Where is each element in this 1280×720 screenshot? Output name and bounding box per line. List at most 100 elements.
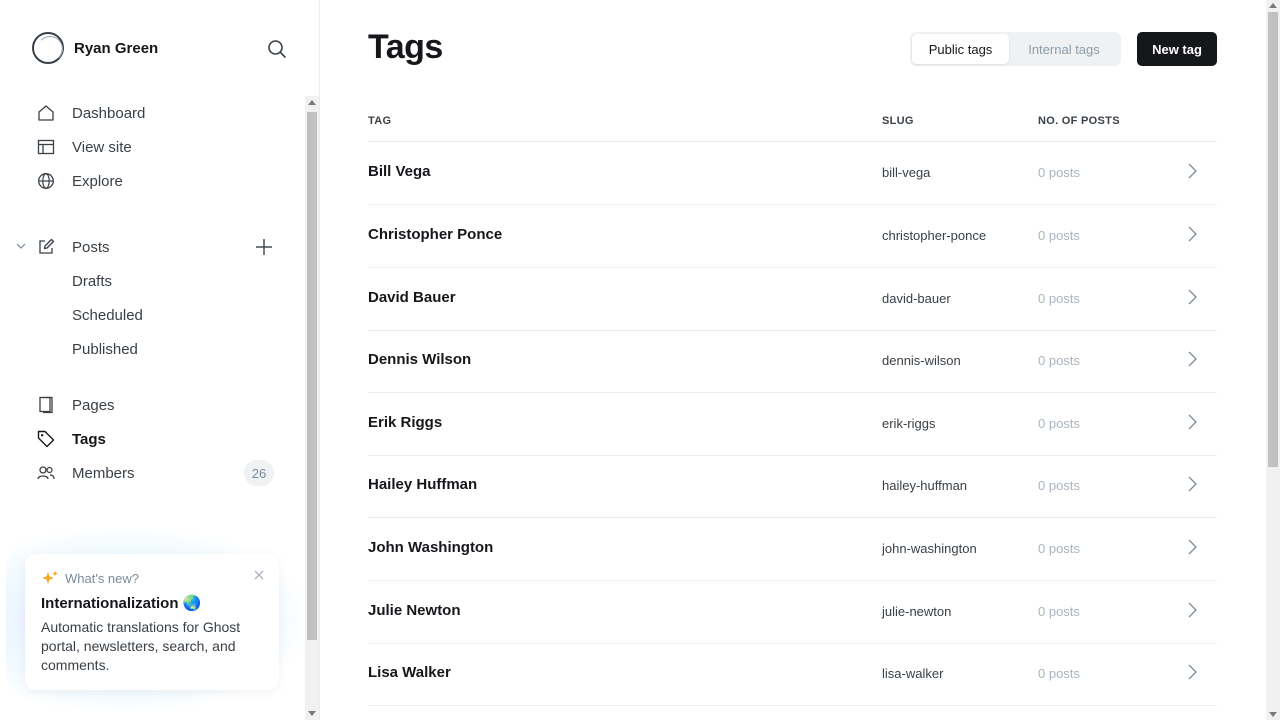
- page-title: Tags: [368, 28, 443, 66]
- whats-new-body: Automatic translations for Ghost portal,…: [41, 619, 241, 673]
- sidebar-item-members[interactable]: Members: [36, 458, 135, 488]
- chevron-right-icon: [1188, 351, 1197, 367]
- new-post-button[interactable]: [254, 237, 274, 257]
- sidebar-item-label: Posts: [72, 238, 110, 256]
- tag-name: Hailey Huffman: [368, 476, 478, 493]
- close-button[interactable]: [253, 568, 265, 580]
- table-header: TAG SLUG NO. OF POSTS: [368, 110, 1217, 142]
- table-row[interactable]: Christopher Ponce christopher-ponce 0 po…: [368, 205, 1217, 268]
- tag-slug: julie-newton: [882, 604, 952, 619]
- sidebar-item-label: Published: [72, 340, 138, 358]
- tag-slug: dennis-wilson: [882, 353, 961, 368]
- tag-name: Lisa Walker: [368, 664, 451, 681]
- sidebar-item-published[interactable]: Published: [72, 334, 138, 364]
- edit-icon: [36, 237, 56, 257]
- chevron-right-icon: [1188, 602, 1197, 618]
- sidebar-item-label: Tags: [72, 430, 106, 448]
- chevron-right-icon: [1188, 163, 1197, 179]
- chevron-right-icon: [1188, 539, 1197, 555]
- tag-slug: hailey-huffman: [882, 478, 968, 493]
- internal-tags-tab[interactable]: Internal tags: [1009, 34, 1119, 64]
- table-row[interactable]: Bill Vega bill-vega 0 posts: [368, 142, 1217, 205]
- scroll-up-arrow[interactable]: [308, 100, 316, 105]
- table-row[interactable]: Erik Riggs erik-riggs 0 posts: [368, 393, 1217, 456]
- tag-slug: john-washington: [882, 541, 977, 556]
- sidebar-item-view-site[interactable]: View site: [36, 132, 132, 162]
- tag-name: John Washington: [368, 539, 494, 556]
- layout-icon: [36, 137, 56, 157]
- main-content: Tags Public tags Internal tags New tag T…: [320, 0, 1266, 720]
- tag-name: Christopher Ponce: [368, 226, 503, 243]
- chevron-right-icon: [1188, 476, 1197, 492]
- tag-name: Julie Newton: [368, 602, 461, 619]
- sidebar-item-explore[interactable]: Explore: [36, 166, 123, 196]
- user-name: Ryan Green: [74, 39, 159, 57]
- tag-post-count: 0 posts: [1038, 541, 1080, 556]
- search-button[interactable]: [264, 36, 290, 62]
- column-header-slug: SLUG: [882, 115, 914, 127]
- close-icon: [254, 570, 264, 580]
- table-row[interactable]: David Bauer david-bauer 0 posts: [368, 268, 1217, 331]
- page-icon: [36, 395, 56, 415]
- tag-post-count: 0 posts: [1038, 666, 1080, 681]
- avatar: [32, 32, 64, 64]
- tag-icon: [36, 429, 56, 449]
- new-tag-button[interactable]: New tag: [1137, 32, 1217, 66]
- tag-post-count: 0 posts: [1038, 291, 1080, 306]
- tag-post-count: 0 posts: [1038, 416, 1080, 431]
- globe-icon: [36, 171, 56, 191]
- tag-slug: erik-riggs: [882, 416, 936, 431]
- scroll-down-arrow[interactable]: [1269, 712, 1277, 717]
- whats-new-header: What's new?: [41, 570, 263, 586]
- chevron-down-icon: [16, 243, 26, 249]
- whats-new-card[interactable]: What's new? Internationalization 🌏 Autom…: [25, 554, 279, 690]
- members-icon: [36, 463, 56, 483]
- table-row[interactable]: Dennis Wilson dennis-wilson 0 posts: [368, 330, 1217, 393]
- tag-name: Erik Riggs: [368, 414, 443, 431]
- sidebar-scrollbar[interactable]: [305, 96, 319, 720]
- sparkle-icon: [42, 570, 58, 584]
- sidebar-item-drafts[interactable]: Drafts: [72, 266, 112, 296]
- table-row[interactable]: Lisa Walker lisa-walker 0 posts: [368, 643, 1217, 706]
- search-icon: [268, 40, 286, 58]
- page-scrollbar[interactable]: [1266, 0, 1280, 720]
- whats-new-title: Internationalization 🌏: [41, 595, 202, 612]
- sidebar: Ryan Green Dashboard View site Explore P…: [0, 0, 320, 720]
- sidebar-item-label: Members: [72, 464, 135, 482]
- sidebar-item-label: View site: [72, 138, 132, 156]
- plus-icon: [256, 239, 272, 255]
- whats-new-label: What's new?: [65, 570, 140, 586]
- column-header-posts: NO. OF POSTS: [1038, 115, 1120, 127]
- sidebar-item-tags[interactable]: Tags: [36, 424, 106, 454]
- tag-name: David Bauer: [368, 289, 456, 306]
- sidebar-item-dashboard[interactable]: Dashboard: [36, 98, 145, 128]
- chevron-right-icon: [1188, 414, 1197, 430]
- sidebar-item-label: Scheduled: [72, 306, 143, 324]
- tag-name: Bill Vega: [368, 163, 431, 180]
- column-header-tag: TAG: [368, 115, 392, 127]
- table-row[interactable]: Hailey Huffman hailey-huffman 0 posts: [368, 455, 1217, 518]
- sidebar-item-posts[interactable]: Posts: [36, 232, 110, 262]
- scroll-up-arrow[interactable]: [1269, 3, 1277, 8]
- members-count-badge: 26: [244, 460, 274, 486]
- tag-slug: christopher-ponce: [882, 228, 987, 243]
- sidebar-item-label: Drafts: [72, 272, 113, 290]
- site-brand[interactable]: Ryan Green: [32, 32, 158, 64]
- posts-collapse-toggle[interactable]: [15, 240, 27, 252]
- scrollbar-thumb[interactable]: [307, 112, 317, 640]
- sidebar-item-pages[interactable]: Pages: [36, 390, 115, 420]
- scrollbar-thumb[interactable]: [1268, 12, 1278, 467]
- public-tags-tab[interactable]: Public tags: [912, 34, 1009, 64]
- home-icon: [36, 103, 56, 123]
- table-row[interactable]: John Washington john-washington 0 posts: [368, 518, 1217, 581]
- tag-post-count: 0 posts: [1038, 165, 1080, 180]
- sidebar-item-scheduled[interactable]: Scheduled: [72, 300, 143, 330]
- tag-type-filter: Public tags Internal tags: [910, 32, 1121, 66]
- table-row[interactable]: Julie Newton julie-newton 0 posts: [368, 581, 1217, 644]
- tag-post-count: 0 posts: [1038, 228, 1080, 243]
- tag-name: Dennis Wilson: [368, 351, 472, 368]
- scroll-down-arrow[interactable]: [308, 711, 316, 716]
- chevron-right-icon: [1188, 664, 1197, 680]
- tag-slug: lisa-walker: [882, 666, 944, 681]
- chevron-right-icon: [1188, 226, 1197, 242]
